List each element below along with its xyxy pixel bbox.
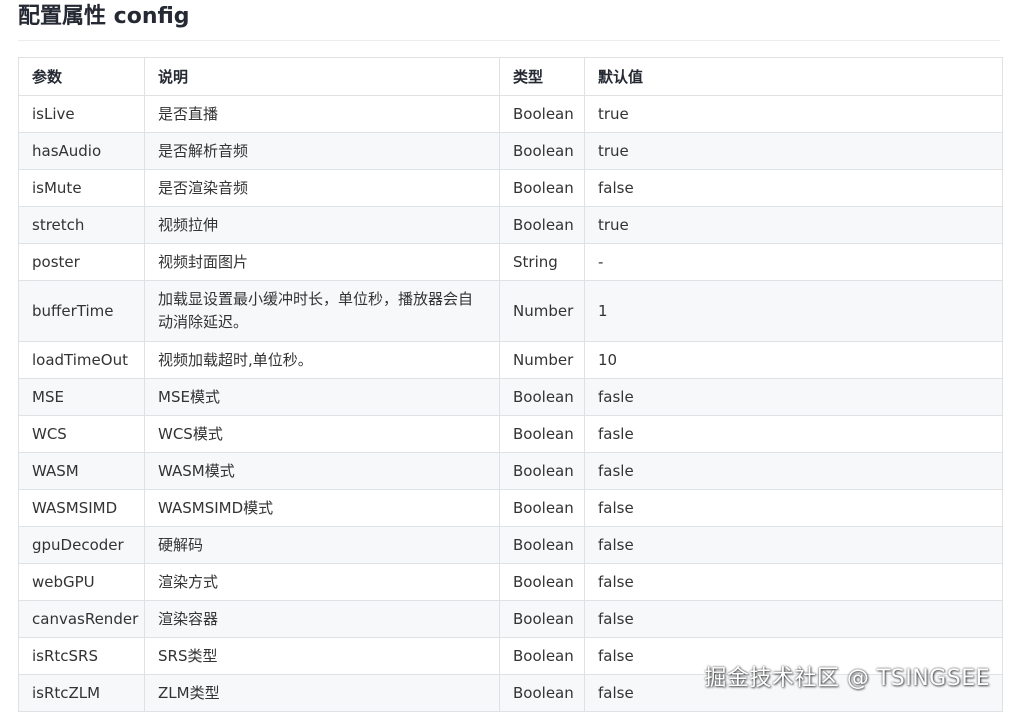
param-cell: isMute — [18, 169, 145, 207]
type-cell: Boolean — [499, 169, 585, 207]
default-cell: 1 — [584, 280, 1003, 342]
table-row: canvasRender 渲染容器 Boolean false — [18, 600, 1003, 638]
table-header-row: 参数 说明 类型 默认值 — [18, 57, 1003, 96]
description-cell: WASMSIMD模式 — [144, 489, 500, 527]
param-cell: stretch — [18, 206, 145, 244]
config-table: 参数 说明 类型 默认值 isLive 是否直播 Boolean true ha… — [18, 57, 1003, 712]
type-cell: Boolean — [499, 95, 585, 133]
table-row: MSE MSE模式 Boolean fasle — [18, 378, 1003, 416]
description-cell: 视频加载超时,单位秒。 — [144, 341, 500, 379]
table-row: WCS WCS模式 Boolean fasle — [18, 415, 1003, 453]
table-row: WASM WASM模式 Boolean fasle — [18, 452, 1003, 490]
description-cell: 渲染方式 — [144, 563, 500, 601]
header-param: 参数 — [18, 57, 145, 96]
type-cell: Boolean — [499, 378, 585, 416]
description-cell: 视频拉伸 — [144, 206, 500, 244]
table-row: isMute 是否渲染音频 Boolean false — [18, 169, 1003, 207]
description-cell: 是否直播 — [144, 95, 500, 133]
description-cell: 渲染容器 — [144, 600, 500, 638]
table-row: isLive 是否直播 Boolean true — [18, 95, 1003, 133]
header-description: 说明 — [144, 57, 500, 96]
table-row: bufferTime 加载显设置最小缓冲时长，单位秒，播放器会自动消除延迟。 N… — [18, 280, 1003, 342]
param-cell: WASM — [18, 452, 145, 490]
type-cell: Boolean — [499, 674, 585, 712]
type-cell: Number — [499, 341, 585, 379]
description-cell: WASM模式 — [144, 452, 500, 490]
param-cell: WCS — [18, 415, 145, 453]
param-cell: loadTimeOut — [18, 341, 145, 379]
table-row: WASMSIMD WASMSIMD模式 Boolean false — [18, 489, 1003, 527]
param-cell: canvasRender — [18, 600, 145, 638]
type-cell: Boolean — [499, 415, 585, 453]
param-cell: hasAudio — [18, 132, 145, 170]
type-cell: Boolean — [499, 637, 585, 675]
type-cell: Boolean — [499, 526, 585, 564]
description-cell: 是否解析音频 — [144, 132, 500, 170]
table-row: loadTimeOut 视频加载超时,单位秒。 Number 10 — [18, 341, 1003, 379]
description-cell: SRS类型 — [144, 637, 500, 675]
description-cell: WCS模式 — [144, 415, 500, 453]
default-cell: false — [584, 489, 1003, 527]
table-row: webGPU 渲染方式 Boolean false — [18, 563, 1003, 601]
param-cell: MSE — [18, 378, 145, 416]
param-cell: isRtcSRS — [18, 637, 145, 675]
site-watermark: 掘金技术社区 @ TSINGSEE — [704, 666, 990, 691]
table-row: hasAudio 是否解析音频 Boolean true — [18, 132, 1003, 170]
type-cell: Number — [499, 280, 585, 342]
param-cell: WASMSIMD — [18, 489, 145, 527]
default-cell: - — [584, 243, 1003, 281]
header-default: 默认值 — [584, 57, 1003, 96]
type-cell: Boolean — [499, 563, 585, 601]
param-cell: isRtcZLM — [18, 674, 145, 712]
default-cell: true — [584, 206, 1003, 244]
default-cell: 10 — [584, 341, 1003, 379]
param-cell: isLive — [18, 95, 145, 133]
type-cell: Boolean — [499, 489, 585, 527]
description-cell: 加载显设置最小缓冲时长，单位秒，播放器会自动消除延迟。 — [144, 280, 500, 342]
description-cell: MSE模式 — [144, 378, 500, 416]
table-row: poster 视频封面图片 String - — [18, 243, 1003, 281]
default-cell: true — [584, 95, 1003, 133]
default-cell: false — [584, 563, 1003, 601]
default-cell: false — [584, 169, 1003, 207]
section-title: 配置属性 config — [18, 4, 190, 29]
param-cell: gpuDecoder — [18, 526, 145, 564]
type-cell: Boolean — [499, 452, 585, 490]
type-cell: Boolean — [499, 600, 585, 638]
description-cell: 是否渲染音频 — [144, 169, 500, 207]
table-row: gpuDecoder 硬解码 Boolean false — [18, 526, 1003, 564]
param-cell: poster — [18, 243, 145, 281]
description-cell: 硬解码 — [144, 526, 500, 564]
param-cell: bufferTime — [18, 280, 145, 342]
default-cell: fasle — [584, 415, 1003, 453]
default-cell: true — [584, 132, 1003, 170]
default-cell: false — [584, 526, 1003, 564]
default-cell: fasle — [584, 378, 1003, 416]
type-cell: Boolean — [499, 132, 585, 170]
description-cell: 视频封面图片 — [144, 243, 500, 281]
description-cell: ZLM类型 — [144, 674, 500, 712]
param-cell: webGPU — [18, 563, 145, 601]
default-cell: false — [584, 600, 1003, 638]
type-cell: Boolean — [499, 206, 585, 244]
default-cell: fasle — [584, 452, 1003, 490]
header-type: 类型 — [499, 57, 585, 96]
title-divider — [18, 40, 1000, 41]
table-row: stretch 视频拉伸 Boolean true — [18, 206, 1003, 244]
type-cell: String — [499, 243, 585, 281]
